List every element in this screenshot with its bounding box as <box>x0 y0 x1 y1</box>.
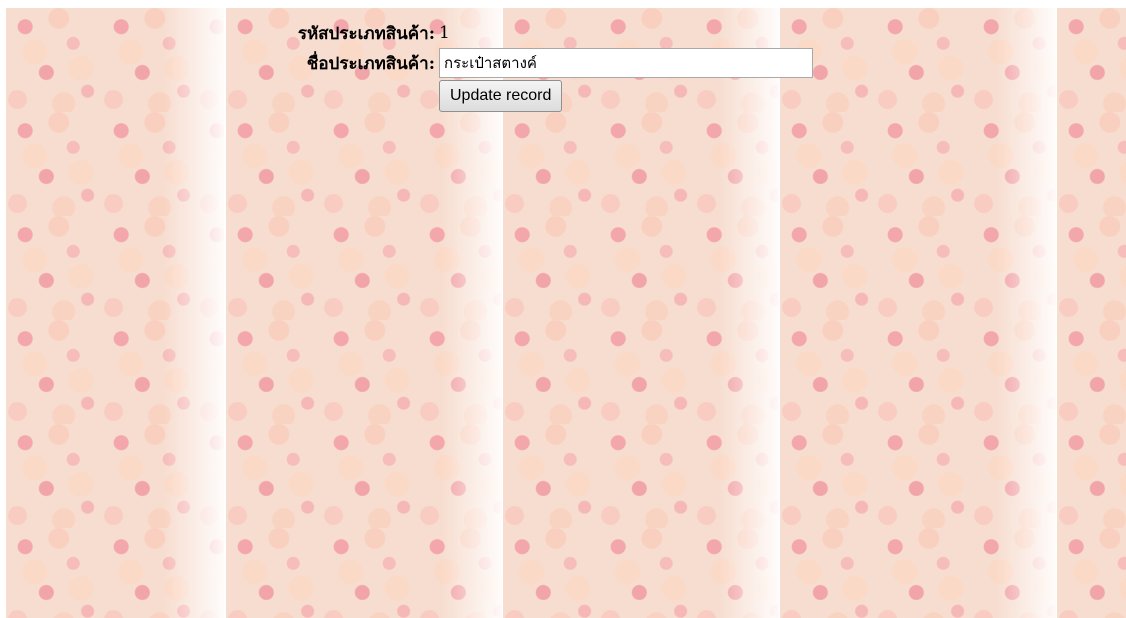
category-id-label: รหัสประเภทสินค้า: <box>297 23 435 44</box>
page: รหัสประเภทสินค้า: 1 ชื่อประเภทสินค้า: Up… <box>0 0 1126 618</box>
floral-background-strip <box>6 8 224 618</box>
category-id-value: 1 <box>439 23 450 43</box>
floral-background-strip <box>780 8 1056 618</box>
update-category-form: รหัสประเภทสินค้า: 1 ชื่อประเภทสินค้า: Up… <box>236 18 813 112</box>
category-name-label: ชื่อประเภทสินค้า: <box>306 53 435 74</box>
floral-background-strip <box>1057 8 1126 618</box>
category-id-row: รหัสประเภทสินค้า: 1 <box>236 18 813 48</box>
update-record-button[interactable]: Update record <box>439 80 563 112</box>
category-name-input[interactable] <box>439 48 813 78</box>
category-name-row: ชื่อประเภทสินค้า: <box>236 48 813 78</box>
